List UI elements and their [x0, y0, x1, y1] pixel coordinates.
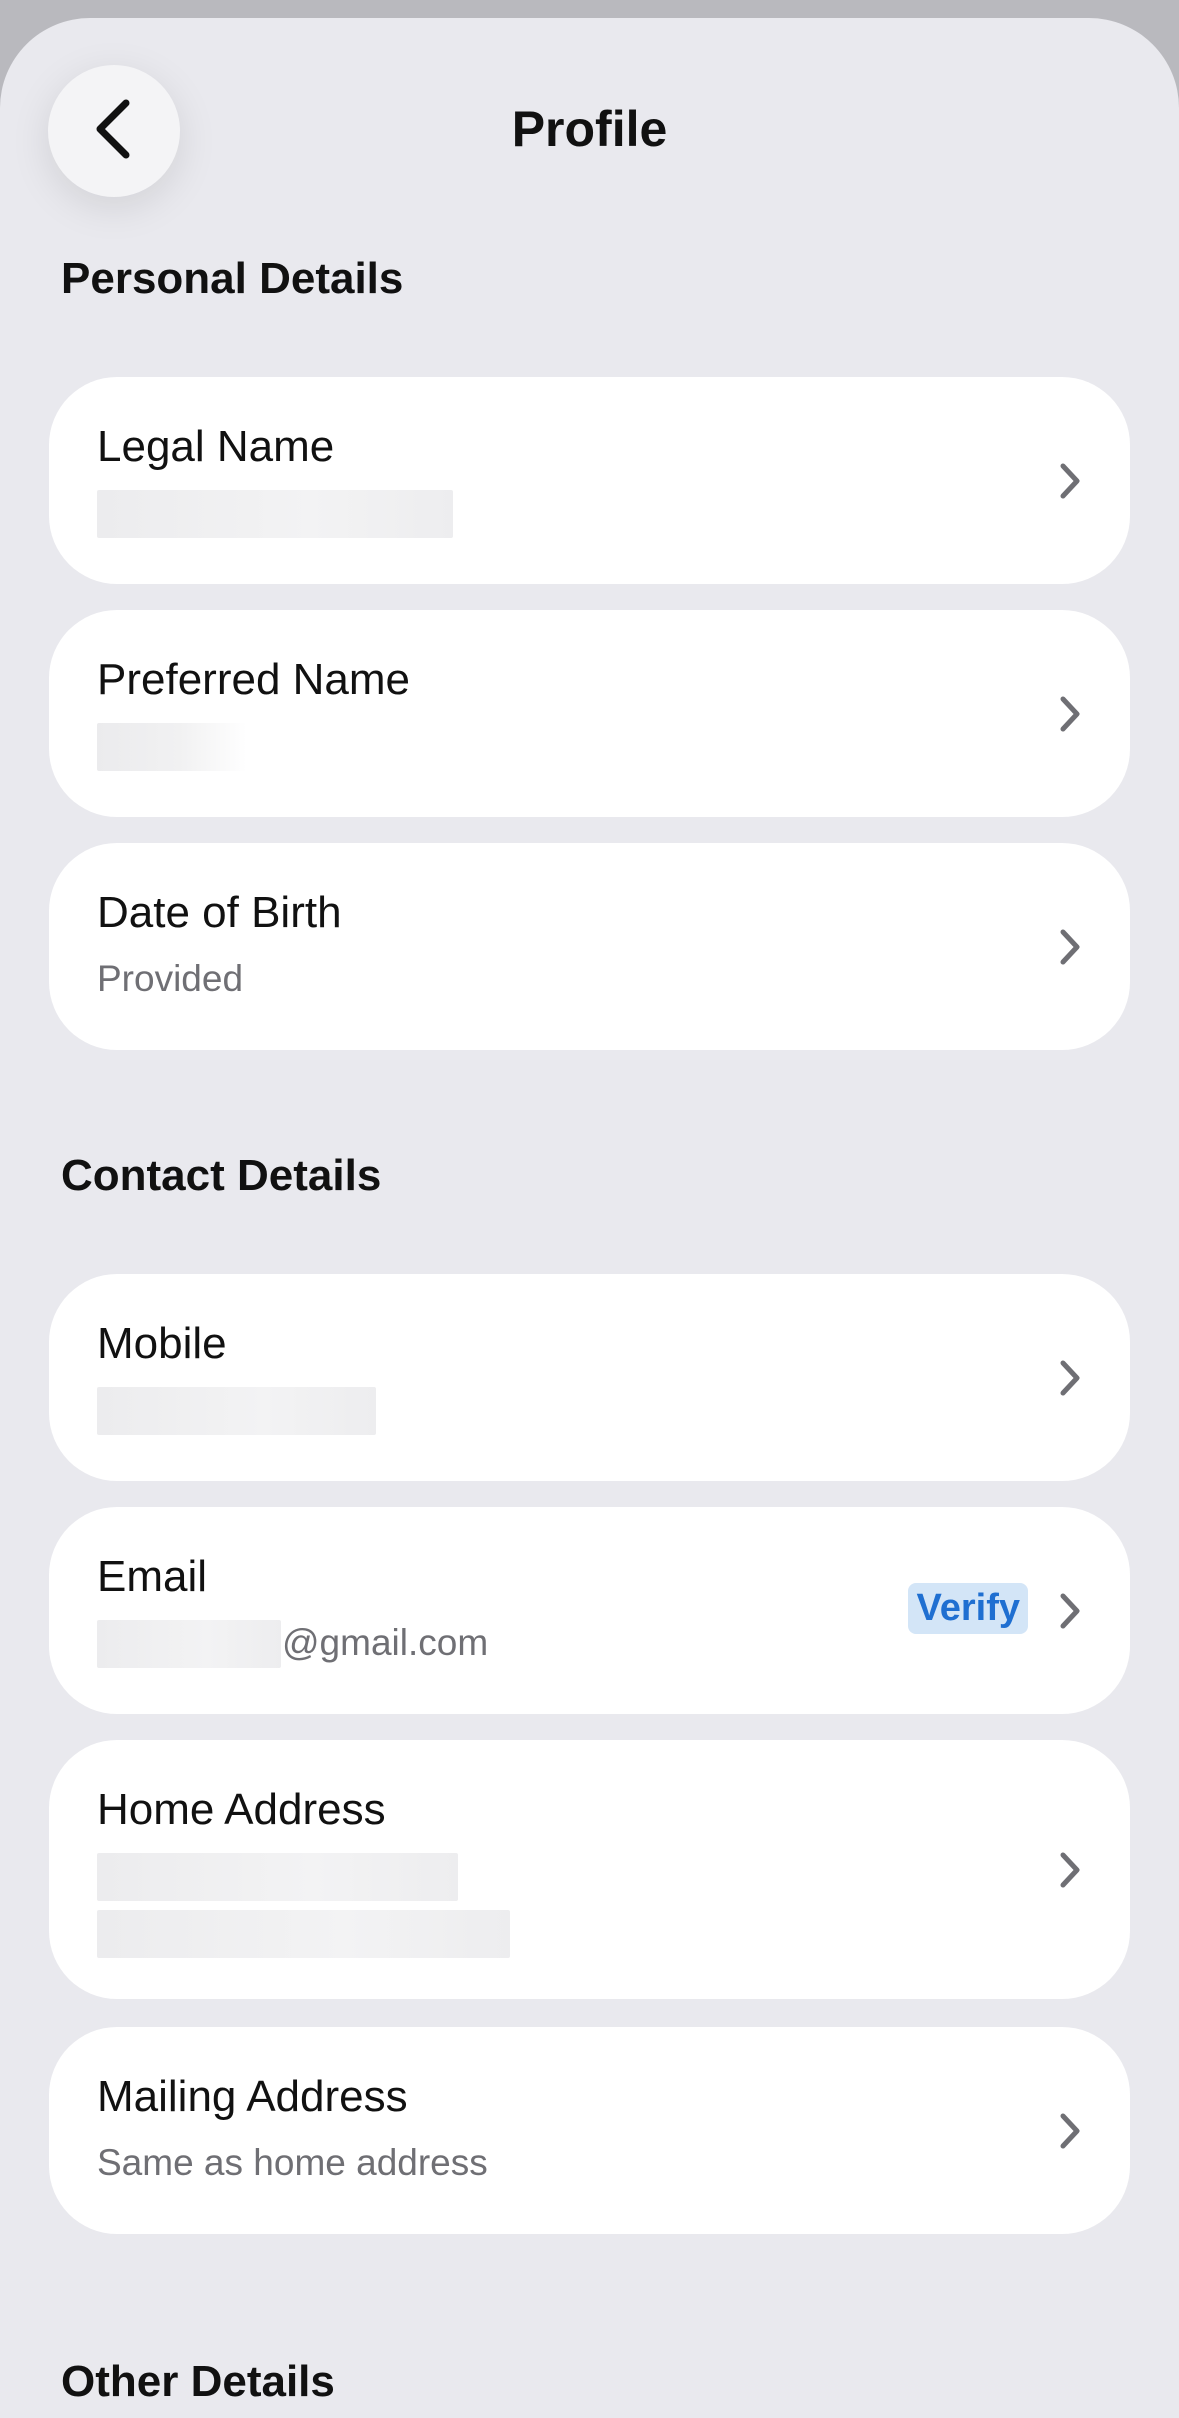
chevron-right-icon [1052, 923, 1088, 971]
home-address-line2-redacted [97, 1910, 510, 1958]
preferred-name-row[interactable]: Preferred Name [49, 610, 1130, 817]
section-title-contact: Contact Details [61, 1151, 382, 1200]
chevron-right-icon [1052, 1354, 1088, 1402]
mailing-address-row[interactable]: Mailing Address Same as home address [49, 2027, 1130, 2234]
date-of-birth-label: Date of Birth [97, 888, 342, 937]
date-of-birth-value: Provided [97, 958, 244, 999]
section-title-other: Other Details [61, 2357, 335, 2406]
mobile-row[interactable]: Mobile [49, 1274, 1130, 1481]
date-of-birth-row[interactable]: Date of Birth Provided [49, 843, 1130, 1050]
email-domain: @gmail.com [282, 1622, 489, 1663]
legal-name-row[interactable]: Legal Name [49, 377, 1130, 584]
chevron-right-icon [1052, 1846, 1088, 1894]
email-username-redacted [97, 1620, 281, 1668]
email-label: Email [97, 1552, 208, 1601]
chevron-right-icon [1052, 1587, 1088, 1635]
mailing-address-label: Mailing Address [97, 2072, 408, 2121]
preferred-name-value-redacted [97, 723, 247, 771]
email-row[interactable]: Email @gmail.com Verify [49, 1507, 1130, 1714]
chevron-right-icon [1052, 457, 1088, 505]
profile-sheet: Profile Personal Details Legal Name Pref… [0, 18, 1179, 2418]
chevron-right-icon [1052, 690, 1088, 738]
mobile-value-redacted [97, 1387, 376, 1435]
mailing-address-value: Same as home address [97, 2142, 488, 2183]
chevron-right-icon [1052, 2107, 1088, 2155]
home-address-line1-redacted [97, 1853, 458, 1901]
home-address-row[interactable]: Home Address [49, 1740, 1130, 1999]
home-address-label: Home Address [97, 1785, 386, 1834]
legal-name-label: Legal Name [97, 422, 335, 471]
preferred-name-label: Preferred Name [97, 655, 411, 704]
page-title: Profile [511, 101, 668, 157]
legal-name-value-redacted [97, 490, 453, 538]
section-title-personal: Personal Details [61, 254, 404, 303]
verify-badge[interactable]: Verify [908, 1583, 1028, 1634]
mobile-label: Mobile [97, 1319, 227, 1368]
